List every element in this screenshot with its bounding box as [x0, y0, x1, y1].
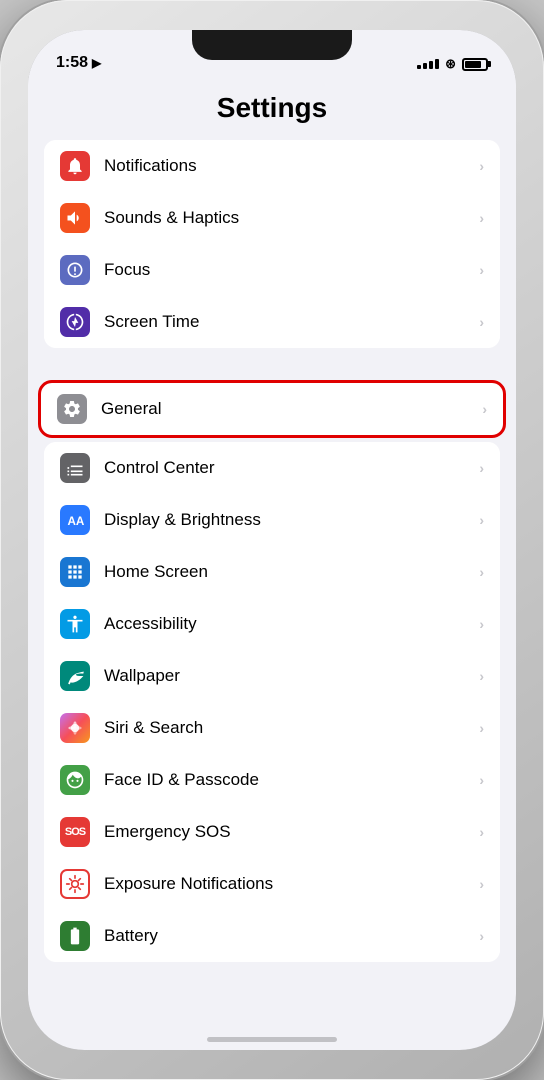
settings-row-battery[interactable]: Battery › — [44, 910, 500, 962]
time-label: 1:58 — [56, 54, 88, 72]
exposure-label: Exposure Notifications — [104, 874, 471, 894]
exposure-chevron: › — [479, 876, 484, 892]
wallpaper-label: Wallpaper — [104, 666, 471, 686]
accessibility-label: Accessibility — [104, 614, 471, 634]
accessibility-chevron: › — [479, 616, 484, 632]
screentime-chevron: › — [479, 314, 484, 330]
settings-row-siri[interactable]: Siri & Search › — [44, 702, 500, 754]
sounds-icon — [60, 203, 90, 233]
phone-screen: 1:58 ▶ ⊛ Settings — [28, 30, 516, 1050]
settings-row-emergency[interactable]: SOS Emergency SOS › — [44, 806, 500, 858]
faceid-icon — [60, 765, 90, 795]
siri-chevron: › — [479, 720, 484, 736]
homescreen-icon — [60, 557, 90, 587]
settings-row-exposure[interactable]: Exposure Notifications › — [44, 858, 500, 910]
sounds-chevron: › — [479, 210, 484, 226]
controlcenter-label: Control Center — [104, 458, 471, 478]
homescreen-chevron: › — [479, 564, 484, 580]
notch — [192, 30, 352, 60]
settings-group-1: Notifications › Sounds & Haptics › Focus… — [44, 140, 500, 348]
page-title: Settings — [28, 80, 516, 140]
general-icon — [57, 394, 87, 424]
svg-text:AA: AA — [68, 515, 85, 528]
screen-content[interactable]: Settings Notifications › Sounds & Haptic… — [28, 80, 516, 1050]
controlcenter-icon — [60, 453, 90, 483]
settings-row-control-center[interactable]: Control Center › — [44, 442, 500, 494]
location-icon: ▶ — [92, 56, 101, 70]
focus-label: Focus — [104, 260, 471, 280]
focus-icon — [60, 255, 90, 285]
display-chevron: › — [479, 512, 484, 528]
settings-row-focus[interactable]: Focus › — [44, 244, 500, 296]
home-indicator — [207, 1037, 337, 1042]
siri-label: Siri & Search — [104, 718, 471, 738]
settings-row-sounds[interactable]: Sounds & Haptics › — [44, 192, 500, 244]
controlcenter-chevron: › — [479, 460, 484, 476]
settings-row-screentime[interactable]: Screen Time › — [44, 296, 500, 348]
settings-row-faceid[interactable]: Face ID & Passcode › — [44, 754, 500, 806]
phone-frame: 1:58 ▶ ⊛ Settings — [0, 0, 544, 1080]
signal-icon — [417, 59, 439, 69]
homescreen-label: Home Screen — [104, 562, 471, 582]
faceid-chevron: › — [479, 772, 484, 788]
exposure-icon — [60, 869, 90, 899]
display-label: Display & Brightness — [104, 510, 471, 530]
emergency-label: Emergency SOS — [104, 822, 471, 842]
battery-status-icon — [462, 58, 488, 71]
battery-row-chevron: › — [479, 928, 484, 944]
screentime-label: Screen Time — [104, 312, 471, 332]
screentime-icon — [60, 307, 90, 337]
settings-group-2b: Control Center › AA Display & Brightness… — [44, 442, 500, 962]
status-time: 1:58 ▶ — [56, 54, 101, 72]
wallpaper-chevron: › — [479, 668, 484, 684]
settings-group-2: General › Control Center › AA — [28, 380, 516, 962]
focus-chevron: › — [479, 262, 484, 278]
settings-row-general[interactable]: General › — [38, 380, 506, 438]
general-chevron: › — [482, 401, 487, 417]
wallpaper-icon — [60, 661, 90, 691]
status-icons: ⊛ — [417, 56, 488, 72]
siri-icon — [60, 713, 90, 743]
battery-icon — [60, 921, 90, 951]
settings-row-display[interactable]: AA Display & Brightness › — [44, 494, 500, 546]
settings-row-accessibility[interactable]: Accessibility › — [44, 598, 500, 650]
settings-row-notifications[interactable]: Notifications › — [44, 140, 500, 192]
wifi-icon: ⊛ — [445, 56, 456, 72]
notifications-label: Notifications — [104, 156, 471, 176]
bottom-spacer — [28, 994, 516, 1034]
settings-row-wallpaper[interactable]: Wallpaper › — [44, 650, 500, 702]
emergency-icon: SOS — [60, 817, 90, 847]
notifications-icon — [60, 151, 90, 181]
settings-row-homescreen[interactable]: Home Screen › — [44, 546, 500, 598]
display-icon: AA — [60, 505, 90, 535]
notifications-chevron: › — [479, 158, 484, 174]
faceid-label: Face ID & Passcode — [104, 770, 471, 790]
battery-label: Battery — [104, 926, 471, 946]
emergency-chevron: › — [479, 824, 484, 840]
accessibility-icon — [60, 609, 90, 639]
sounds-label: Sounds & Haptics — [104, 208, 471, 228]
general-label: General — [101, 399, 474, 419]
